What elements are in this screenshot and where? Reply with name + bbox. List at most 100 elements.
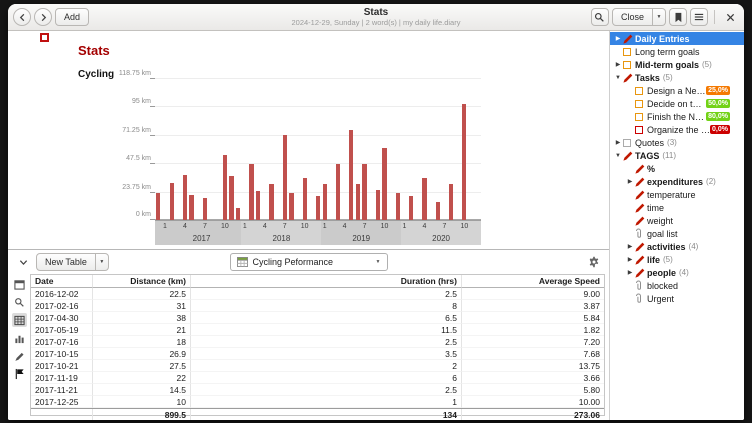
column-header[interactable]: Average Speed: [462, 275, 604, 288]
bookmark-button[interactable]: [669, 8, 687, 26]
tree-item-label: Finish the New ... Video: [647, 112, 706, 122]
expander-icon[interactable]: ▶: [625, 243, 635, 250]
axis-tick: [150, 106, 155, 107]
table-row[interactable]: 2017-11-2114.52.55.80: [31, 384, 604, 396]
collapse-pane-button[interactable]: [14, 253, 32, 271]
expander-icon[interactable]: ▼: [613, 75, 623, 81]
table-row[interactable]: 2017-05-192111.51.82: [31, 324, 604, 336]
axis-tick: [150, 135, 155, 136]
nav-forward-button[interactable]: [34, 8, 52, 26]
expander-icon[interactable]: ▶: [613, 61, 623, 68]
expander-icon[interactable]: ▶: [625, 269, 635, 276]
window-close-button[interactable]: [721, 8, 739, 26]
cell-value: 3.66: [462, 372, 604, 384]
expander-icon[interactable]: ▶: [613, 35, 623, 42]
menu-button[interactable]: [690, 8, 708, 26]
table-view-icon[interactable]: [12, 313, 27, 327]
tree-item-time[interactable]: time: [610, 201, 744, 214]
tree-item-[interactable]: %: [610, 162, 744, 175]
tree-item-label: TAGS: [635, 151, 659, 161]
close-dropdown-button[interactable]: ▼: [653, 8, 666, 26]
expander-icon[interactable]: ▼: [613, 153, 623, 159]
tree-item-finish-the-new-video[interactable]: Finish the New ... Video80,0%: [610, 110, 744, 123]
tree-item-design-a-new-web-site[interactable]: Design a New Web Site25,0%: [610, 84, 744, 97]
tree-item-label: temperature: [647, 190, 696, 200]
tree-item-tasks[interactable]: ▼Tasks(5): [610, 71, 744, 84]
tree-item-decide-on-the-n-o-buy[interactable]: Decide on the N... o Buy50,0%: [610, 97, 744, 110]
settings-button[interactable]: [585, 253, 603, 271]
tree-item-urgent[interactable]: Urgent: [610, 292, 744, 305]
nav-back-button[interactable]: [13, 8, 31, 26]
tree-item-daily-entries[interactable]: ▶Daily Entries: [610, 32, 744, 45]
search-icon[interactable]: [12, 295, 27, 309]
table-row[interactable]: 2016-12-0222.52.59.00: [31, 288, 604, 300]
table-row[interactable]: 2017-07-16182.57.20: [31, 336, 604, 348]
chart-bar: [356, 184, 360, 220]
tree-item-quotes[interactable]: ▶Quotes(3): [610, 136, 744, 149]
cell-date: 2017-10-21: [31, 360, 93, 372]
axis-tick: [150, 192, 155, 193]
tree-item-label: Tasks: [635, 73, 660, 83]
table-icon: [237, 257, 248, 267]
cell-value: 14.5: [93, 384, 191, 396]
tree-item-blocked[interactable]: blocked: [610, 279, 744, 292]
table-row[interactable]: 2017-10-2127.5213.75: [31, 360, 604, 372]
tree-item-label: Decide on the N... o Buy: [647, 99, 706, 109]
expander-icon[interactable]: ▶: [613, 139, 623, 146]
column-header[interactable]: Duration (hrs): [191, 275, 462, 288]
tree-item-life[interactable]: ▶life(5): [610, 253, 744, 266]
tree-item-organize-the-ph-archive[interactable]: Organize the Ph...Archive0,0%: [610, 123, 744, 136]
table-row[interactable]: 2017-12-2510110.00: [31, 396, 604, 408]
cycling-chart: 0 km23.75 km47.5 km71.25 km95 km118.75 k…: [155, 78, 481, 245]
format-brush-icon[interactable]: [12, 349, 27, 363]
tree-item-people[interactable]: ▶people(4): [610, 266, 744, 279]
search-button[interactable]: [591, 8, 609, 26]
chart-icon[interactable]: [12, 331, 27, 345]
table-row[interactable]: 2017-10-1526.93.57.68: [31, 348, 604, 360]
tree-item-tags[interactable]: ▼TAGS(11): [610, 149, 744, 162]
app-window: Stats 2024-12-29, Sunday | 2 word(s) | m…: [8, 4, 744, 420]
tree-item-weight[interactable]: weight: [610, 214, 744, 227]
chart-ylabels: 0 km23.75 km47.5 km71.25 km95 km118.75 k…: [101, 78, 151, 220]
pen-icon: [623, 34, 635, 44]
cell-value: 31: [93, 300, 191, 312]
pen-icon: [635, 242, 647, 252]
x-axis-month-label: 1: [239, 223, 251, 231]
expander-icon[interactable]: ▶: [625, 256, 635, 263]
paperclip-icon: [635, 293, 647, 304]
chart-bar: [289, 193, 293, 221]
column-header[interactable]: Date: [31, 275, 93, 288]
tree-item-activities[interactable]: ▶activities(4): [610, 240, 744, 253]
x-axis-month-label: 10: [219, 223, 231, 231]
tree-item-temperature[interactable]: temperature: [610, 188, 744, 201]
chart-bar: [236, 208, 240, 220]
chart-bar: [323, 184, 327, 220]
tree-item-expenditures[interactable]: ▶expenditures(2): [610, 175, 744, 188]
tree-item-long-term-goals[interactable]: Long term goals: [610, 45, 744, 58]
paperclip-icon: [635, 228, 647, 239]
calendar-icon[interactable]: [12, 277, 27, 291]
expander-icon[interactable]: ▶: [625, 178, 635, 185]
close-entry-button[interactable]: Close: [612, 8, 653, 26]
pen-icon: [635, 255, 647, 265]
checkbox-red-icon: [635, 126, 647, 134]
tree-item-goal-list[interactable]: goal list: [610, 227, 744, 240]
tree-item-label: expenditures: [647, 177, 703, 187]
cell-date: 2017-12-25: [31, 396, 93, 408]
x-axis-month-label: 10: [299, 223, 311, 231]
checkbox-orange-icon: [623, 61, 635, 69]
new-table-button[interactable]: New Table: [36, 253, 96, 271]
progress-badge: 50,0%: [706, 99, 730, 108]
tree-item-mid-term-goals[interactable]: ▶Mid-term goals(5): [610, 58, 744, 71]
column-header[interactable]: Distance (km): [93, 275, 191, 288]
table-row[interactable]: 2017-02-163183.87: [31, 300, 604, 312]
new-table-dropdown-button[interactable]: ▼: [96, 253, 109, 271]
flag-icon[interactable]: [12, 367, 27, 381]
table-row[interactable]: 2017-04-30386.55.84: [31, 312, 604, 324]
chart-xband: 201714710201814710201914710202014710: [155, 220, 481, 245]
table-selector[interactable]: Cycling Peformance ▼: [230, 253, 388, 271]
progress-badge: 0,0%: [710, 125, 730, 134]
table-row[interactable]: 2017-11-192263.66: [31, 372, 604, 384]
add-button[interactable]: Add: [55, 8, 89, 26]
chart-bar: [156, 193, 160, 220]
